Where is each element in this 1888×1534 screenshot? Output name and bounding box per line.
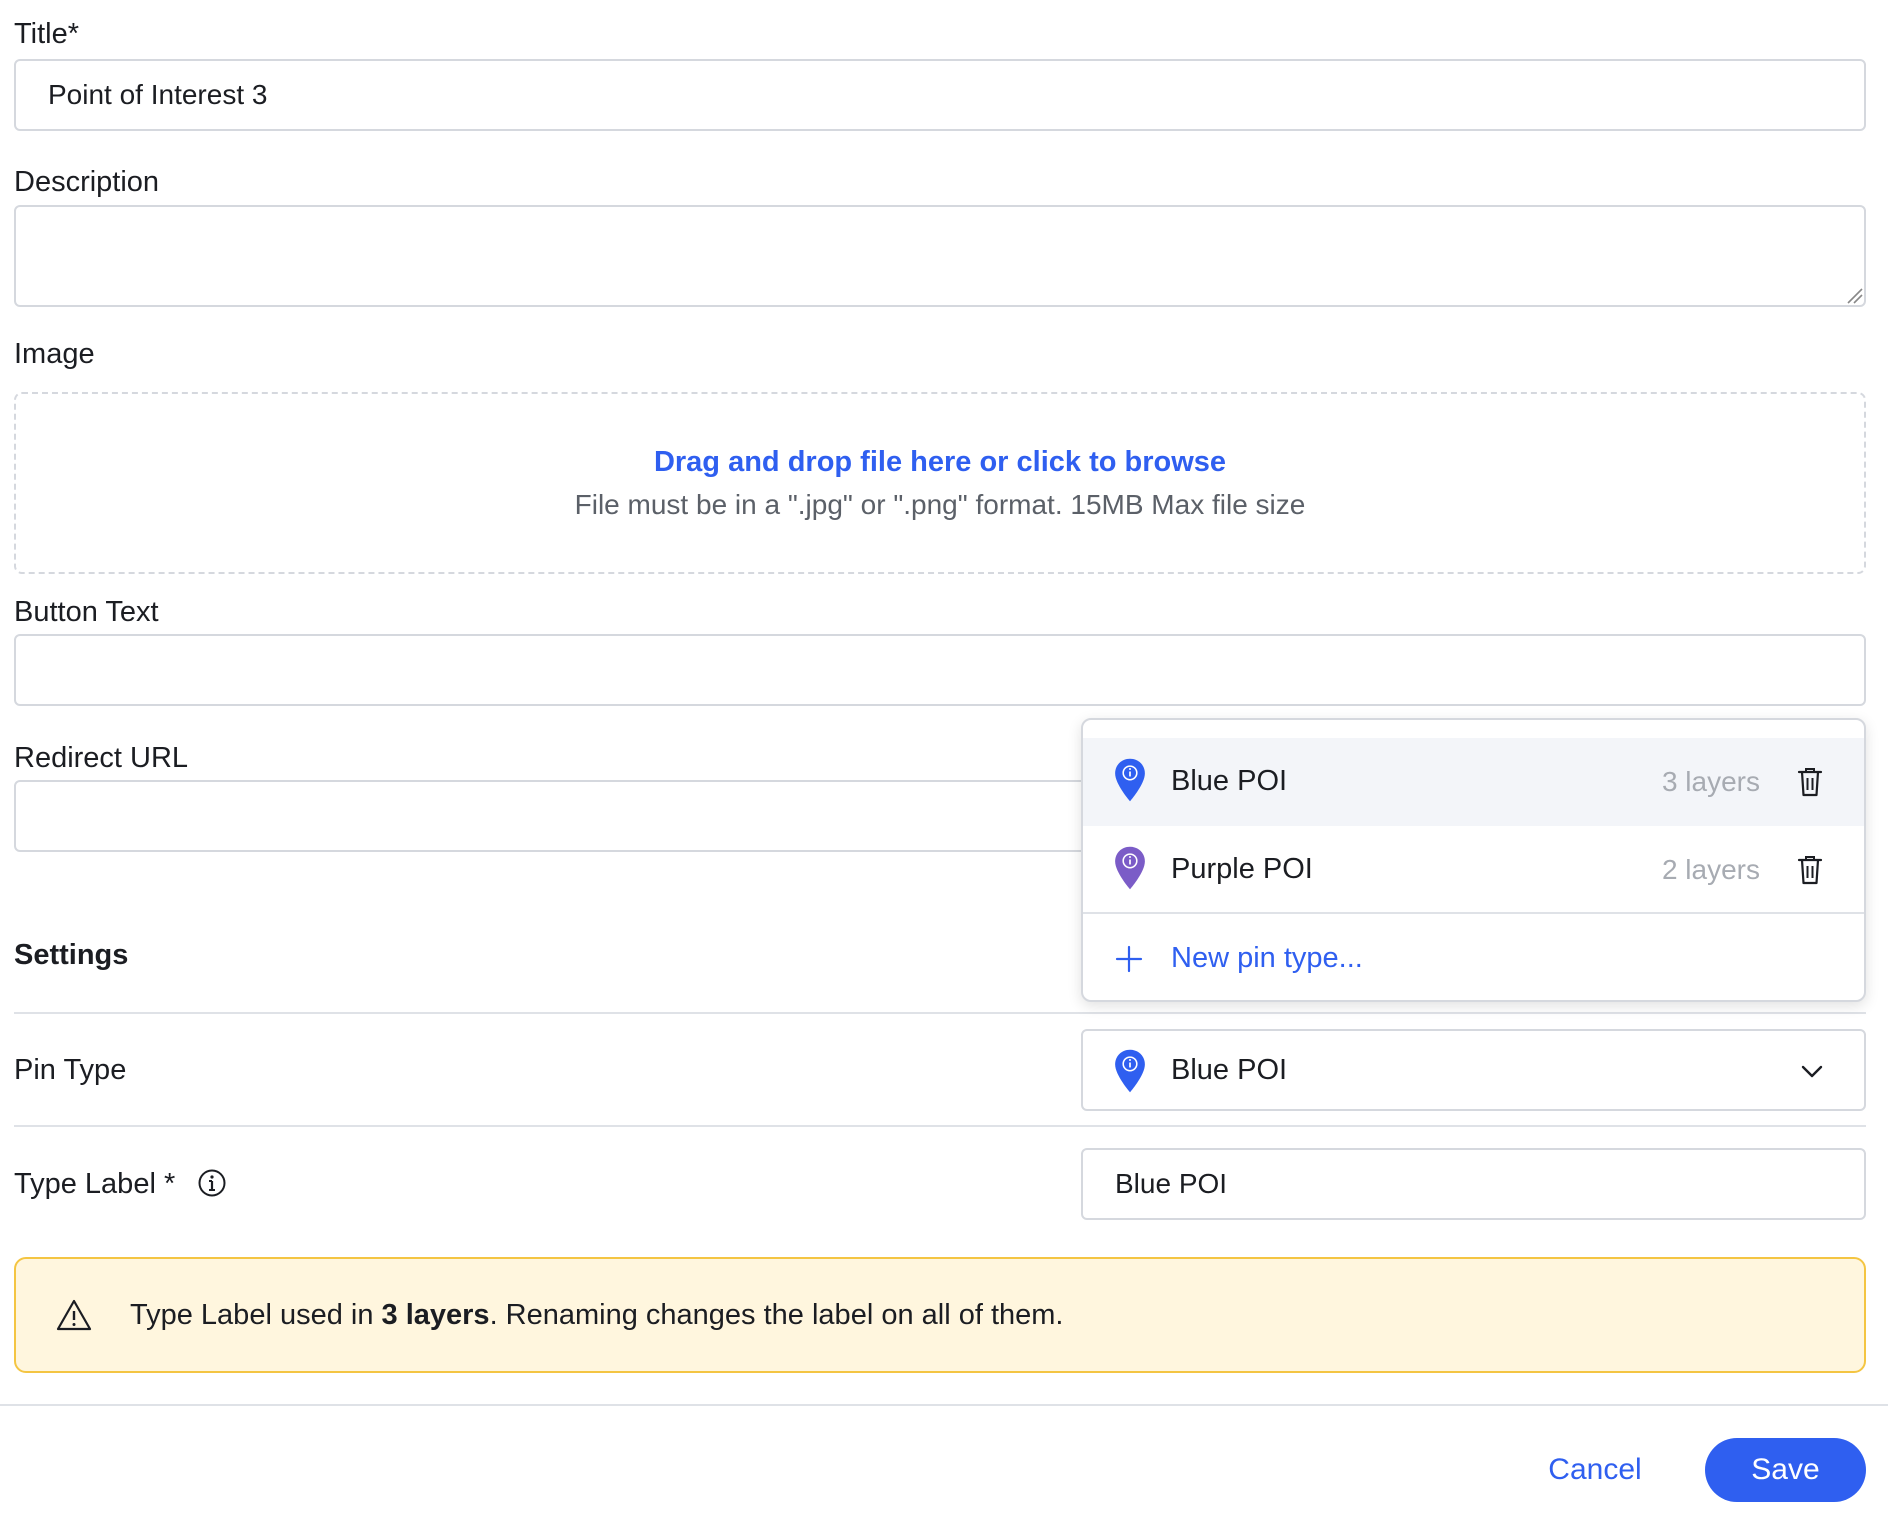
pin-option-name: Blue POI bbox=[1171, 765, 1288, 797]
pin-type-select[interactable]: Blue POI bbox=[1081, 1029, 1866, 1111]
description-textarea[interactable] bbox=[14, 205, 1866, 307]
settings-divider bbox=[14, 1012, 1866, 1014]
pin-type-selected: Blue POI bbox=[1171, 1054, 1288, 1086]
pin-option-name: Purple POI bbox=[1171, 853, 1313, 885]
image-dropzone[interactable]: Drag and drop file here or click to brow… bbox=[14, 392, 1866, 574]
title-input-value: Point of Interest 3 bbox=[48, 79, 268, 110]
warning-text-before: Type Label used in bbox=[130, 1299, 382, 1331]
footer-divider bbox=[0, 1404, 1888, 1406]
button-text-input[interactable] bbox=[14, 634, 1866, 706]
trash-icon[interactable] bbox=[1796, 766, 1824, 798]
info-icon[interactable] bbox=[197, 1168, 227, 1198]
warning-banner: Type Label used in 3 layers. Renaming ch… bbox=[14, 1257, 1866, 1373]
warning-text-after: . Renaming changes the label on all of t… bbox=[489, 1299, 1064, 1331]
resize-handle-icon[interactable] bbox=[1842, 283, 1864, 305]
map-pin-icon bbox=[1115, 846, 1145, 890]
image-label: Image bbox=[14, 338, 95, 370]
trash-icon[interactable] bbox=[1796, 854, 1824, 886]
title-input[interactable]: Point of Interest 3 bbox=[14, 59, 1866, 131]
pin-option-layer-count: 2 layers bbox=[1661, 854, 1760, 885]
pin-option-layer-count: 3 layers bbox=[1661, 766, 1760, 797]
pin-option-purple[interactable]: Purple POI 2 layers bbox=[1083, 826, 1864, 914]
plus-icon bbox=[1115, 945, 1143, 973]
type-label-value: Blue POI bbox=[1115, 1168, 1228, 1199]
warning-layer-count: 3 layers bbox=[381, 1299, 490, 1331]
settings-heading: Settings bbox=[14, 939, 129, 971]
map-pin-icon bbox=[1115, 758, 1145, 802]
redirect-url-label: Redirect URL bbox=[14, 742, 189, 774]
warning-message: Type Label used in 3 layers. Renaming ch… bbox=[130, 1299, 1063, 1332]
button-text-label: Button Text bbox=[14, 596, 159, 628]
type-label-label: Type Label * bbox=[14, 1168, 176, 1200]
description-label: Description bbox=[14, 166, 160, 198]
browse-link[interactable]: Drag and drop file here or click to brow… bbox=[16, 446, 1864, 479]
type-label-input[interactable]: Blue POI bbox=[1081, 1148, 1866, 1220]
map-pin-icon bbox=[1115, 1049, 1145, 1093]
pin-option-blue[interactable]: Blue POI 3 layers bbox=[1083, 738, 1864, 826]
pin-type-dropdown: Blue POI 3 layers Purple POI 2 layers Ne… bbox=[1081, 718, 1866, 1002]
new-pin-type-option[interactable]: New pin type... bbox=[1083, 914, 1864, 1002]
pin-type-divider bbox=[14, 1125, 1866, 1127]
title-label: Title* bbox=[14, 18, 79, 50]
warning-triangle-icon bbox=[56, 1299, 92, 1331]
new-pin-type-label: New pin type... bbox=[1171, 942, 1363, 974]
pin-type-label: Pin Type bbox=[14, 1054, 127, 1086]
chevron-down-icon bbox=[1801, 1065, 1823, 1078]
cancel-button[interactable]: Cancel bbox=[1532, 1438, 1658, 1502]
file-format-hint: File must be in a ".jpg" or ".png" forma… bbox=[574, 489, 1306, 520]
save-button[interactable]: Save bbox=[1705, 1438, 1866, 1502]
